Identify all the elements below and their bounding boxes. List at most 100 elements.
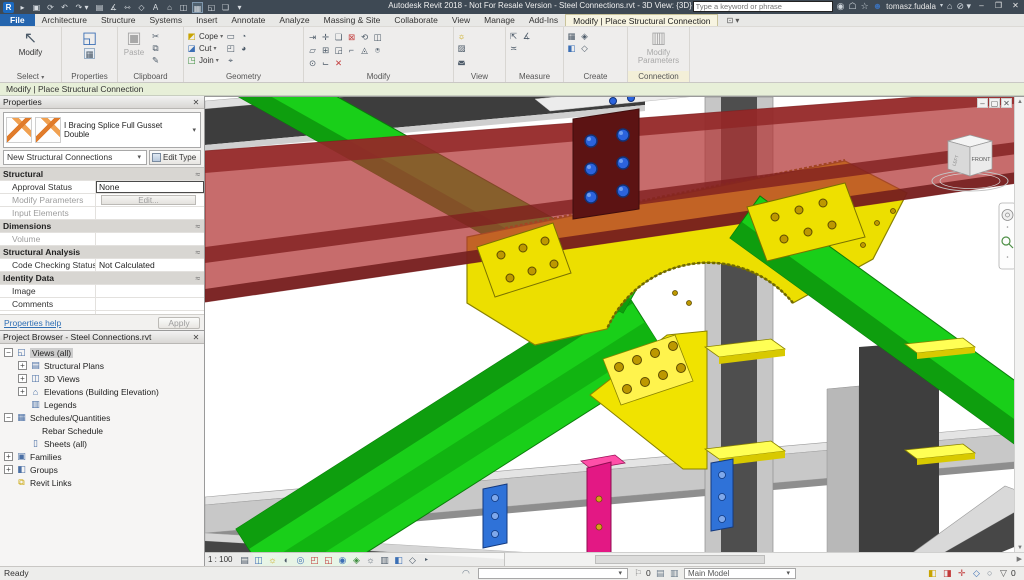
restore-button[interactable]: ❐ [992,1,1005,12]
modify-panel-toggle-icon[interactable]: ⊡ ▾ [722,14,743,26]
panel-label-select[interactable]: Select ▾ [0,71,61,82]
section-identity-data[interactable]: Identity Data≈ [0,272,204,285]
measure-icon[interactable]: ∡ [108,2,119,13]
tab-file[interactable]: File [0,14,35,26]
create-similar-icon[interactable]: ◈ [579,31,590,42]
unpin-icon[interactable]: ⊙ [306,57,319,70]
close-button[interactable]: ✕ [1009,1,1022,12]
match-type-icon[interactable]: ✎ [150,55,161,66]
measure-between-icon[interactable]: ⇱ [508,31,519,42]
project-browser-close-icon[interactable]: ✕ [191,333,201,342]
beam-wall-join-icon[interactable]: ▭ [225,31,236,42]
tab-modify-place-structural-connection[interactable]: Modify | Place Structural Connection [565,14,718,26]
select-links-icon[interactable]: ◇ [973,568,980,579]
section-structural-analysis[interactable]: Structural Analysis≈ [0,246,204,259]
favorites-star-icon[interactable]: ☆ [861,1,869,12]
3d-view-canvas[interactable]: FRONT LEFT [205,97,1024,566]
panel-label-modify[interactable]: Modify [304,71,453,82]
panel-label-properties[interactable]: Properties [62,71,117,82]
pin-icon[interactable]: ⍟ [371,44,384,57]
user-dropdown-caret[interactable]: ▾ [940,1,943,12]
user-name[interactable]: tomasz.fudala [886,1,936,12]
section-dimensions[interactable]: Dimensions≈ [0,220,204,233]
vertical-scrollbar[interactable]: ▲ ▼ [1014,97,1024,553]
mirror-icon[interactable]: ◫ [371,31,384,44]
temporary-hide-isolate-icon[interactable]: ◈ [350,554,362,566]
panel-label-clipboard[interactable]: Clipboard [118,71,183,82]
tree-item-schedules[interactable]: −▦Schedules/Quantities [4,411,204,424]
app-store-icon[interactable]: ⌂ [947,1,952,12]
search-input[interactable] [693,1,833,12]
text-icon[interactable]: A [150,2,161,13]
editable-only-icon[interactable]: ⚐ [634,568,642,579]
active-workset-select[interactable]: ▾ [478,568,628,579]
instance-selector[interactable]: New Structural Connections ▾ [3,150,147,165]
select-pinned-icon[interactable]: ○ [987,568,992,578]
hide-elements-icon[interactable]: ☼ [456,31,467,42]
split-icon[interactable]: ◬ [358,44,371,57]
tab-add-ins[interactable]: Add-Ins [522,14,565,26]
apply-button[interactable]: Apply [158,317,200,329]
scroll-right-arrow[interactable]: ▶ [1017,555,1022,563]
show-crop-icon[interactable]: ◱ [322,554,334,566]
edit-type-button[interactable]: Edit Type [149,150,201,165]
properties-help-link[interactable]: Properties help [4,318,61,328]
scroll-up-arrow[interactable]: ▲ [1015,97,1024,107]
panel-label-geometry[interactable]: Geometry [184,71,303,82]
row-approval-status[interactable]: Approval StatusNone [0,181,204,194]
copy-to-clipboard-icon[interactable]: ⧉ [150,43,161,54]
tag-icon[interactable]: ◇ [136,2,147,13]
view-bar-expand-icon[interactable]: ▸ [420,554,432,566]
panel-label-measure[interactable]: Measure [506,71,563,82]
panel-label-create[interactable]: Create [564,71,627,82]
split-face-icon[interactable]: ◔ [238,31,249,42]
horizontal-scroll-thumb[interactable] [595,555,765,564]
default-3d-view-icon[interactable]: ⌂ ▾ [164,2,175,13]
worksharing-icon[interactable]: ◠ [462,568,470,579]
switch-windows-icon[interactable]: ❏ ▾ [220,2,231,13]
properties-header[interactable]: Properties ✕ [0,96,204,109]
design-options-select[interactable]: Main Model▾ [684,568,796,579]
aligned-dimension-icon[interactable]: ⇿ [122,2,133,13]
tree-item-views[interactable]: −◱Views (all) [4,346,204,359]
visual-style-icon[interactable]: ◫ [252,554,264,566]
row-input-elements[interactable]: Input Elements [0,207,204,220]
align-icon[interactable]: ⇥ [306,31,319,44]
trim-icon[interactable]: ⌐ [345,44,358,57]
tab-annotate[interactable]: Annotate [224,14,272,26]
tree-item-elevations[interactable]: +⌂Elevations (Building Elevation) [4,385,204,398]
blue-end-plate-left[interactable] [483,484,507,548]
cut-geometry-button[interactable]: ◪Cut▾ [186,43,223,54]
tree-item-families[interactable]: +▣Families [4,450,204,463]
tree-item-legends[interactable]: ▥Legends [4,398,204,411]
tab-view[interactable]: View [445,14,477,26]
delete-icon-top[interactable]: ⊠ [345,31,358,44]
reveal-hidden-icon[interactable]: ☼ [364,554,376,566]
redo-icon[interactable]: ↷ ▾ [73,2,91,13]
shadows-icon[interactable]: ◐ [280,554,292,566]
tab-collaborate[interactable]: Collaborate [387,14,444,26]
open-icon[interactable]: ▸ [17,2,28,13]
paint-icon[interactable]: ◕ [238,43,249,54]
press-drag-icon[interactable]: ◨ [943,568,952,579]
section-icon[interactable]: ◫ [178,2,189,13]
tab-architecture[interactable]: Architecture [35,14,94,26]
analytical-model-icon[interactable]: ◧ [392,554,404,566]
detail-level-icon[interactable]: ▤ [238,554,250,566]
linework-icon[interactable]: ◛ [456,55,467,66]
properties-button[interactable]: ◱ ▦ [69,29,111,59]
wall-joins-icon[interactable]: ◰ [225,43,236,54]
tab-analyze[interactable]: Analyze [272,14,316,26]
tab-massing-site[interactable]: Massing & Site [317,14,388,26]
panel-label-connection[interactable]: Connection [628,71,689,82]
trim-extend-icon[interactable]: ⌙ [319,57,332,70]
cope-button[interactable]: ◩Cope▾ [186,31,223,42]
minimize-button[interactable]: – [975,1,988,12]
close-hidden-icon[interactable]: ◱ [206,2,217,13]
customize-qat-icon[interactable]: ▾ [234,2,245,13]
paste-button[interactable]: ▣ Paste [120,29,148,57]
type-properties-icon[interactable]: ▦ [84,48,95,59]
sun-path-icon[interactable]: ☼ [266,554,278,566]
save-icon[interactable]: ▣ [31,2,42,13]
scale-icon[interactable]: ◲ [332,44,345,57]
